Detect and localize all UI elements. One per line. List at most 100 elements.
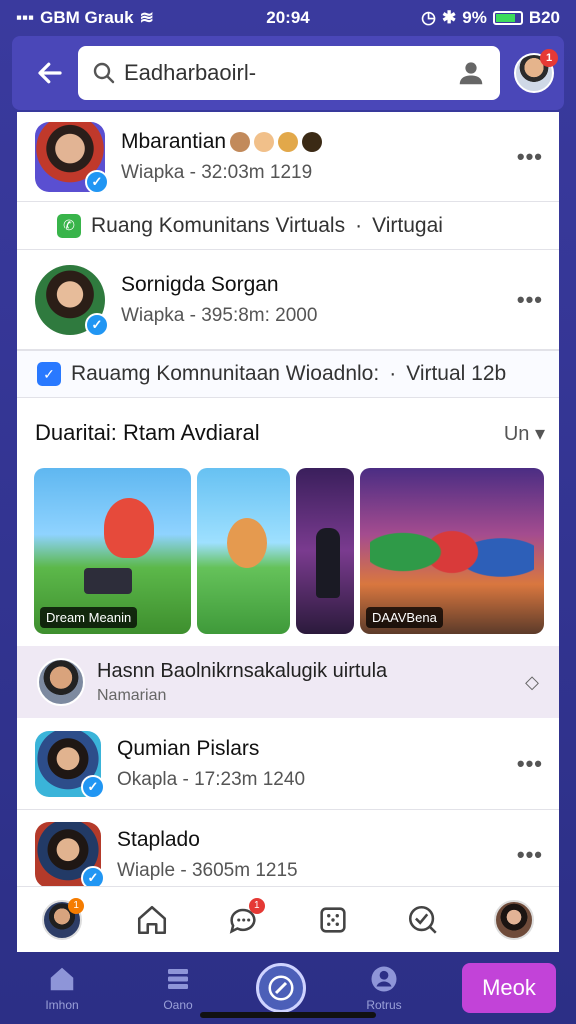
- chevron-down-icon: ▾: [534, 422, 545, 445]
- post-text: Mbarantian Wiapka - 32:03m 1219: [121, 130, 517, 184]
- emoji-icon: [302, 131, 323, 152]
- more-options-button[interactable]: •••: [517, 144, 543, 170]
- nav-home-label: Imhon: [45, 998, 79, 1012]
- post-avatar[interactable]: ✓: [35, 121, 109, 194]
- wifi-icon: ≋: [139, 8, 154, 27]
- signal-icon: ▪▪▪: [16, 8, 35, 27]
- media-gallery: Dream Meanin DAAVBena: [17, 468, 559, 634]
- notification-badge: 1: [540, 49, 558, 67]
- search-icon: [93, 62, 115, 84]
- dice-icon: [320, 906, 346, 933]
- thumbnail-label: DAAVBena: [366, 607, 443, 628]
- community-name: Ruang Komunitans Virtuals: [91, 213, 346, 237]
- list-icon: [168, 969, 188, 989]
- nav-center-button[interactable]: [256, 963, 306, 1013]
- community-row[interactable]: ✆ Ruang Komunitans Virtuals · Virtugai: [17, 202, 559, 250]
- home-indicator: [200, 1012, 376, 1018]
- tab-profile[interactable]: 1: [40, 897, 85, 942]
- post-meta: Wiapka - 395:8m: 2000: [121, 304, 318, 326]
- post-item[interactable]: ✓ Qumian Pislars Okapla - 17:23m 1240 ••…: [17, 718, 559, 810]
- cartoon-character-icon: [227, 518, 267, 568]
- suggestion-title: Hasnn Baolnikrnsakalugik uirtula: [97, 659, 388, 682]
- status-right: ◷ ✱ 9% B20: [421, 8, 560, 28]
- section-action[interactable]: Un ▾: [504, 421, 545, 446]
- media-thumbnail[interactable]: Dream Meanin: [34, 468, 191, 634]
- post-text: Sornigda Sorgan Wiapka - 395:8m: 2000: [121, 273, 517, 327]
- post-text: Qumian Pislars Okapla - 17:23m 1240: [117, 737, 517, 791]
- status-right-text: B20: [528, 8, 560, 27]
- tab-games[interactable]: [311, 898, 355, 942]
- community-row[interactable]: ✓ Rauamg Komnunitaan Wioadnlo: · Virtual…: [17, 350, 559, 398]
- post-meta: Wiapka - 32:03m 1219: [121, 161, 313, 183]
- profile-avatar[interactable]: 1: [514, 49, 558, 93]
- separator: ·: [389, 362, 397, 385]
- tab-explore[interactable]: [401, 898, 445, 942]
- home-icon: [138, 905, 167, 934]
- verified-icon: ✓: [85, 312, 109, 337]
- back-arrow-icon: [38, 62, 62, 84]
- post-name: Mbarantian: [121, 130, 517, 154]
- section-action-label: Un: [503, 422, 530, 445]
- post-name: Staplado: [117, 828, 200, 851]
- notification-badge: 1: [68, 897, 85, 914]
- thumbnail-label: Dream Meanin: [40, 607, 138, 628]
- media-thumbnail[interactable]: [197, 468, 290, 634]
- tab-chat[interactable]: 1: [221, 897, 265, 942]
- post-name-text: Mbarantian: [121, 129, 227, 153]
- top-header: 1: [12, 36, 564, 110]
- user-icon: [371, 966, 397, 992]
- alarm-icon: ◷: [421, 8, 436, 27]
- media-thumbnail[interactable]: DAAVBena: [360, 468, 544, 634]
- device-icon: [84, 568, 132, 594]
- more-options-button[interactable]: •••: [517, 287, 543, 313]
- nav-profile[interactable]: Rotrus: [346, 964, 422, 1012]
- community-suffix: Virtual 12b: [406, 362, 507, 385]
- person-silhouette-icon: [316, 528, 340, 598]
- suggestion-row[interactable]: Hasnn Baolnikrnsakalugik uirtula Namaria…: [17, 646, 559, 718]
- search-input[interactable]: [124, 60, 448, 86]
- post-meta: Okapla - 17:23m 1240: [117, 768, 306, 790]
- compass-icon: [268, 975, 294, 1001]
- post-avatar[interactable]: ✓: [35, 822, 105, 890]
- post-item[interactable]: ✓ Mbarantian Wiapka - 32:03m 1219 •••: [17, 112, 559, 202]
- community-name: Rauamg Komnunitaan Wioadnlo:: [71, 362, 380, 385]
- chat-bubble-icon: ✆: [57, 213, 81, 238]
- media-thumbnail[interactable]: [296, 468, 354, 634]
- cartoon-character-icon: [104, 498, 154, 558]
- battery-percent: 9%: [462, 8, 487, 27]
- post-avatar[interactable]: ✓: [35, 264, 109, 337]
- post-item[interactable]: ✓ Sornigda Sorgan Wiapka - 395:8m: 2000 …: [17, 250, 559, 350]
- separator: ·: [355, 213, 363, 237]
- post-text: Staplado Wiaple - 3605m 1215: [117, 828, 517, 882]
- search-bar[interactable]: [78, 46, 500, 100]
- account-avatar: [493, 899, 534, 940]
- bluetooth-icon: ✱: [441, 8, 457, 27]
- feed: ✓ Mbarantian Wiapka - 32:03m 1219 ••• ✆ …: [17, 112, 559, 952]
- post-avatar[interactable]: ✓: [35, 730, 105, 799]
- nav-home[interactable]: Imhon: [24, 964, 100, 1012]
- more-options-button[interactable]: •••: [517, 842, 543, 868]
- status-left: ▪▪▪ GBM Grauk ≋: [16, 8, 154, 28]
- tab-home[interactable]: [130, 898, 174, 942]
- suggestion-subtitle: Namarian: [97, 686, 167, 704]
- meok-button[interactable]: Meok: [462, 963, 556, 1013]
- section-title: Duaritai: Rtam Avdiaral: [35, 420, 260, 445]
- checkbox-icon: ✓: [37, 362, 61, 386]
- home-icon: [50, 967, 74, 991]
- nav-profile-label: Rotrus: [366, 998, 402, 1012]
- carrier-label: GBM Grauk: [40, 8, 134, 27]
- verified-icon: ✓: [81, 774, 105, 799]
- back-button[interactable]: [22, 45, 78, 101]
- person-icon[interactable]: [456, 58, 486, 88]
- notification-badge: 1: [248, 897, 265, 914]
- nav-list[interactable]: Oano: [140, 964, 216, 1012]
- more-options-button[interactable]: •••: [517, 751, 543, 777]
- card-tab-bar: 1 1: [17, 886, 559, 952]
- chevron-icon[interactable]: ◇: [525, 672, 539, 693]
- suggestion-text: Hasnn Baolnikrnsakalugik uirtula Namaria…: [97, 660, 387, 705]
- post-name: Qumian Pislars: [117, 736, 260, 760]
- tab-account[interactable]: [492, 898, 536, 942]
- status-bar: ▪▪▪ GBM Grauk ≋ 20:94 ◷ ✱ 9% B20: [0, 0, 576, 36]
- battery-icon: [492, 11, 523, 25]
- emoji-icon: [254, 131, 275, 152]
